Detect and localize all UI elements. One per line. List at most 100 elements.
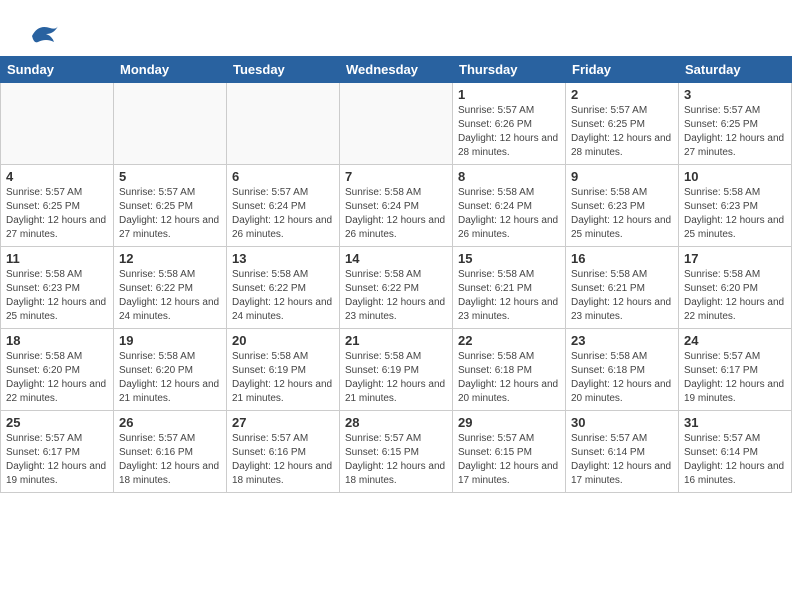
day-number: 8 [458, 169, 560, 184]
day-info: Sunrise: 5:57 AM Sunset: 6:25 PM Dayligh… [684, 104, 786, 160]
header [0, 0, 792, 56]
day-number: 10 [684, 169, 786, 184]
day-info: Sunrise: 5:57 AM Sunset: 6:15 PM Dayligh… [458, 432, 560, 488]
day-info: Sunrise: 5:57 AM Sunset: 6:26 PM Dayligh… [458, 104, 560, 160]
day-info: Sunrise: 5:58 AM Sunset: 6:24 PM Dayligh… [458, 186, 560, 242]
day-info: Sunrise: 5:58 AM Sunset: 6:20 PM Dayligh… [684, 268, 786, 324]
day-number: 12 [119, 251, 221, 266]
day-number: 7 [345, 169, 447, 184]
day-info: Sunrise: 5:58 AM Sunset: 6:23 PM Dayligh… [571, 186, 673, 242]
day-number: 13 [232, 251, 334, 266]
day-info: Sunrise: 5:57 AM Sunset: 6:16 PM Dayligh… [119, 432, 221, 488]
day-number: 18 [6, 333, 108, 348]
calendar-day-cell: 14 Sunrise: 5:58 AM Sunset: 6:22 PM Dayli… [340, 247, 453, 329]
calendar-day-cell: 30 Sunrise: 5:57 AM Sunset: 6:14 PM Dayli… [566, 411, 679, 493]
calendar-day-cell: 2 Sunrise: 5:57 AM Sunset: 6:25 PM Daylig… [566, 83, 679, 165]
day-info: Sunrise: 5:57 AM Sunset: 6:24 PM Dayligh… [232, 186, 334, 242]
day-number: 17 [684, 251, 786, 266]
day-info: Sunrise: 5:57 AM Sunset: 6:17 PM Dayligh… [684, 350, 786, 406]
day-info: Sunrise: 5:58 AM Sunset: 6:21 PM Dayligh… [571, 268, 673, 324]
calendar-day-cell: 24 Sunrise: 5:57 AM Sunset: 6:17 PM Dayli… [679, 329, 792, 411]
day-number: 19 [119, 333, 221, 348]
day-number: 11 [6, 251, 108, 266]
calendar-dow-tuesday: Tuesday [227, 57, 340, 83]
day-info: Sunrise: 5:57 AM Sunset: 6:25 PM Dayligh… [119, 186, 221, 242]
calendar-day-cell: 31 Sunrise: 5:57 AM Sunset: 6:14 PM Dayli… [679, 411, 792, 493]
day-info: Sunrise: 5:57 AM Sunset: 6:14 PM Dayligh… [684, 432, 786, 488]
day-number: 4 [6, 169, 108, 184]
day-number: 27 [232, 415, 334, 430]
day-info: Sunrise: 5:58 AM Sunset: 6:19 PM Dayligh… [232, 350, 334, 406]
calendar-day-cell: 1Sunrise: 5:57 AM Sunset: 6:26 PM Daylig… [453, 83, 566, 165]
day-info: Sunrise: 5:58 AM Sunset: 6:20 PM Dayligh… [119, 350, 221, 406]
calendar-day-cell: 28Sunrise: 5:57 AM Sunset: 6:15 PM Dayli… [340, 411, 453, 493]
day-info: Sunrise: 5:58 AM Sunset: 6:22 PM Dayligh… [345, 268, 447, 324]
day-number: 22 [458, 333, 560, 348]
calendar-dow-friday: Friday [566, 57, 679, 83]
day-info: Sunrise: 5:57 AM Sunset: 6:25 PM Dayligh… [6, 186, 108, 242]
day-number: 21 [345, 333, 447, 348]
day-number: 26 [119, 415, 221, 430]
day-info: Sunrise: 5:57 AM Sunset: 6:25 PM Dayligh… [571, 104, 673, 160]
day-info: Sunrise: 5:57 AM Sunset: 6:17 PM Dayligh… [6, 432, 108, 488]
calendar-day-cell: 3 Sunrise: 5:57 AM Sunset: 6:25 PM Daylig… [679, 83, 792, 165]
calendar-week-row: 1Sunrise: 5:57 AM Sunset: 6:26 PM Daylig… [1, 83, 792, 165]
calendar-day-cell: 25 Sunrise: 5:57 AM Sunset: 6:17 PM Dayli… [1, 411, 114, 493]
calendar-day-cell: 7 Sunrise: 5:58 AM Sunset: 6:24 PM Daylig… [340, 165, 453, 247]
calendar-day-cell: 29 Sunrise: 5:57 AM Sunset: 6:15 PM Dayli… [453, 411, 566, 493]
calendar-day-cell: 17 Sunrise: 5:58 AM Sunset: 6:20 PM Dayli… [679, 247, 792, 329]
calendar-day-cell: 20 Sunrise: 5:58 AM Sunset: 6:19 PM Dayli… [227, 329, 340, 411]
day-info: Sunrise: 5:58 AM Sunset: 6:18 PM Dayligh… [458, 350, 560, 406]
calendar-day-cell: 27 Sunrise: 5:57 AM Sunset: 6:16 PM Dayli… [227, 411, 340, 493]
day-info: Sunrise: 5:57 AM Sunset: 6:14 PM Dayligh… [571, 432, 673, 488]
day-number: 23 [571, 333, 673, 348]
day-number: 30 [571, 415, 673, 430]
calendar-day-cell: 9 Sunrise: 5:58 AM Sunset: 6:23 PM Daylig… [566, 165, 679, 247]
calendar-dow-thursday: Thursday [453, 57, 566, 83]
calendar-week-row: 11Sunrise: 5:58 AM Sunset: 6:23 PM Dayli… [1, 247, 792, 329]
day-number: 20 [232, 333, 334, 348]
day-number: 24 [684, 333, 786, 348]
calendar-header-row: SundayMondayTuesdayWednesdayThursdayFrid… [1, 57, 792, 83]
day-info: Sunrise: 5:57 AM Sunset: 6:15 PM Dayligh… [345, 432, 447, 488]
calendar-table: SundayMondayTuesdayWednesdayThursdayFrid… [0, 56, 792, 493]
calendar-day-cell [1, 83, 114, 165]
day-info: Sunrise: 5:58 AM Sunset: 6:24 PM Dayligh… [345, 186, 447, 242]
calendar-day-cell: 10 Sunrise: 5:58 AM Sunset: 6:23 PM Dayli… [679, 165, 792, 247]
calendar-day-cell: 22 Sunrise: 5:58 AM Sunset: 6:18 PM Dayli… [453, 329, 566, 411]
day-number: 25 [6, 415, 108, 430]
day-number: 16 [571, 251, 673, 266]
page-wrapper: SundayMondayTuesdayWednesdayThursdayFrid… [0, 0, 792, 493]
day-number: 9 [571, 169, 673, 184]
day-info: Sunrise: 5:58 AM Sunset: 6:20 PM Dayligh… [6, 350, 108, 406]
calendar-day-cell: 4 Sunrise: 5:57 AM Sunset: 6:25 PM Daylig… [1, 165, 114, 247]
calendar-dow-wednesday: Wednesday [340, 57, 453, 83]
calendar-day-cell: 11Sunrise: 5:58 AM Sunset: 6:23 PM Dayli… [1, 247, 114, 329]
day-number: 31 [684, 415, 786, 430]
calendar-day-cell: 18 Sunrise: 5:58 AM Sunset: 6:20 PM Dayli… [1, 329, 114, 411]
day-number: 14 [345, 251, 447, 266]
day-info: Sunrise: 5:57 AM Sunset: 6:16 PM Dayligh… [232, 432, 334, 488]
calendar-day-cell: 21 Sunrise: 5:58 AM Sunset: 6:19 PM Dayli… [340, 329, 453, 411]
calendar-day-cell [114, 83, 227, 165]
calendar-day-cell: 5Sunrise: 5:57 AM Sunset: 6:25 PM Daylig… [114, 165, 227, 247]
calendar-day-cell [227, 83, 340, 165]
day-info: Sunrise: 5:58 AM Sunset: 6:23 PM Dayligh… [684, 186, 786, 242]
calendar-day-cell [340, 83, 453, 165]
day-info: Sunrise: 5:58 AM Sunset: 6:22 PM Dayligh… [119, 268, 221, 324]
day-info: Sunrise: 5:58 AM Sunset: 6:21 PM Dayligh… [458, 268, 560, 324]
day-number: 29 [458, 415, 560, 430]
calendar-day-cell: 12 Sunrise: 5:58 AM Sunset: 6:22 PM Dayli… [114, 247, 227, 329]
day-info: Sunrise: 5:58 AM Sunset: 6:19 PM Dayligh… [345, 350, 447, 406]
calendar-day-cell: 26 Sunrise: 5:57 AM Sunset: 6:16 PM Dayli… [114, 411, 227, 493]
calendar-day-cell: 23Sunrise: 5:58 AM Sunset: 6:18 PM Dayli… [566, 329, 679, 411]
calendar-day-cell: 8 Sunrise: 5:58 AM Sunset: 6:24 PM Daylig… [453, 165, 566, 247]
day-number: 3 [684, 87, 786, 102]
calendar-day-cell: 16 Sunrise: 5:58 AM Sunset: 6:21 PM Dayli… [566, 247, 679, 329]
logo [24, 16, 60, 48]
logo-bird-icon [24, 16, 56, 48]
calendar-dow-monday: Monday [114, 57, 227, 83]
day-number: 2 [571, 87, 673, 102]
day-info: Sunrise: 5:58 AM Sunset: 6:22 PM Dayligh… [232, 268, 334, 324]
calendar-week-row: 4 Sunrise: 5:57 AM Sunset: 6:25 PM Daylig… [1, 165, 792, 247]
